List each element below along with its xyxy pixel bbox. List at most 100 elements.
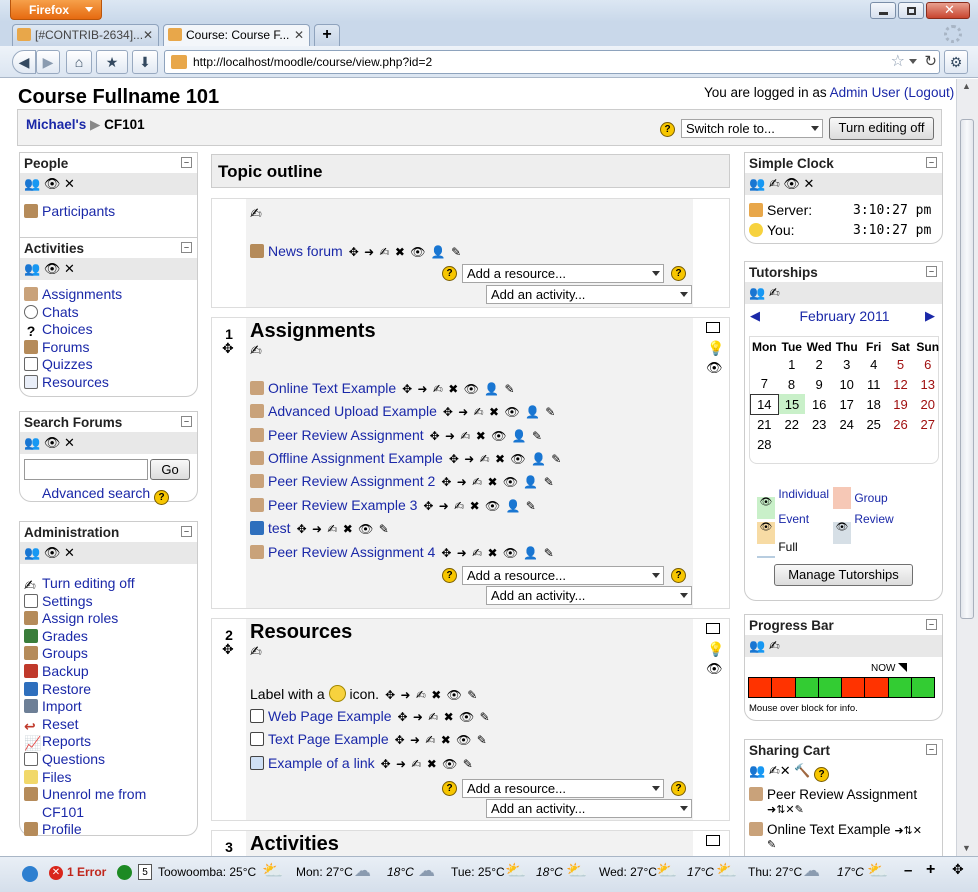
firefox-menu-button[interactable]: Firefox [10, 0, 102, 20]
breadcrumb-home[interactable]: Michael's [26, 117, 86, 132]
calendar-day[interactable]: 4 [860, 354, 887, 374]
calendar-day[interactable]: 23 [805, 414, 833, 434]
editing-toggle-button[interactable]: Turn editing off [829, 117, 934, 140]
logout-link[interactable]: (Logout) [904, 85, 954, 100]
bookmark-star-icon[interactable]: ☆ [891, 51, 905, 73]
calendar-day[interactable] [860, 434, 887, 454]
admin-profile-link[interactable]: Profile [42, 821, 82, 837]
activities-quizzes-link[interactable]: Quizzes [42, 356, 93, 372]
calendar-day[interactable]: 3 [833, 354, 860, 374]
add-activity-select[interactable]: Add an activity... [486, 799, 692, 818]
delete-icon[interactable]: ✕ [64, 435, 75, 450]
tab-close-icon[interactable]: ✕ [294, 25, 304, 45]
add-activity-select[interactable]: Add an activity... [486, 285, 692, 304]
legend-link[interactable]: Review [854, 512, 893, 526]
search-go-button[interactable]: Go [150, 459, 190, 480]
scroll-up-icon[interactable]: ▲ [962, 81, 971, 91]
calendar-day[interactable]: 6 [914, 354, 941, 374]
legend-link[interactable]: Group [854, 491, 887, 505]
calendar-day[interactable]: 27 [914, 414, 941, 434]
collapse-icon[interactable]: – [926, 619, 937, 630]
highlight-lightbulb-icon[interactable]: 💡 [707, 340, 724, 357]
roles-icon[interactable]: 👥 [749, 285, 765, 300]
minimize-button[interactable] [870, 2, 896, 19]
edit-tools-icon[interactable]: ✥ ➜ ✍ ✖ 👁 👤 ✎ [441, 546, 554, 560]
zoom-in-icon[interactable]: + [926, 861, 935, 879]
activity-link[interactable]: Peer Review Assignment 4 [268, 544, 435, 560]
admin-unenrol-course-link[interactable]: CF101 [42, 804, 84, 820]
resource-link[interactable]: Example of a link [268, 755, 375, 771]
news-forum-link[interactable]: News forum [268, 243, 343, 259]
resource-link[interactable]: Web Page Example [268, 708, 391, 724]
calendar-day[interactable]: 20 [914, 394, 941, 414]
calendar-day[interactable]: 12 [887, 374, 914, 394]
calendar-day[interactable]: 24 [833, 414, 860, 434]
close-window-button[interactable]: ✕ [926, 2, 970, 19]
calendar-day[interactable]: 19 [887, 394, 914, 414]
admin-groups-link[interactable]: Groups [42, 645, 88, 661]
back-button[interactable]: ◀ [12, 50, 36, 74]
hide-eye-icon[interactable]: 👁 [44, 545, 61, 560]
help-icon[interactable]: ? [154, 490, 170, 505]
switch-role-select[interactable]: Switch role to... [681, 119, 823, 138]
collapse-icon[interactable]: – [181, 416, 192, 427]
edit-summary-icon[interactable]: ✍ [250, 643, 262, 660]
admin-files-link[interactable]: Files [42, 769, 72, 785]
home-button[interactable]: ⌂ [66, 50, 92, 74]
zoom-out-icon[interactable]: – [904, 862, 912, 879]
admin-unenrol-link[interactable]: Unenrol me from [42, 786, 146, 802]
help-icon[interactable]: ? [671, 781, 686, 796]
progress-cell-red[interactable] [841, 678, 865, 697]
help-icon[interactable]: ? [660, 122, 675, 137]
edit-summary-icon[interactable]: ✍ [250, 205, 262, 222]
collapse-icon[interactable]: – [181, 157, 192, 168]
hide-eye-icon[interactable]: 👁 [783, 176, 800, 191]
edit-tools-icon[interactable]: ✥ ➜ ✍ ✖ 👁 ✎ [385, 688, 478, 702]
calendar-day-today[interactable]: 14 [750, 393, 779, 415]
addon-button[interactable]: ⚙ [944, 50, 968, 74]
calendar-day[interactable]: 10 [833, 374, 860, 394]
show-only-section-icon[interactable] [706, 322, 720, 333]
roles-icon[interactable]: 👥 [749, 176, 765, 191]
move-icon[interactable]: ✥ [222, 340, 234, 357]
next-month-button[interactable]: ▶ [925, 308, 935, 324]
calendar-day[interactable] [887, 434, 914, 454]
bookmarks-button[interactable]: ★ [96, 50, 128, 74]
error-count[interactable]: 1 Error [67, 865, 106, 879]
hide-eye-icon[interactable]: 👁 [706, 661, 723, 677]
forward-button[interactable]: ▶ [36, 50, 60, 74]
calendar-day[interactable]: 9 [805, 374, 833, 394]
admin-questions-link[interactable]: Questions [42, 751, 105, 767]
admin-grades-link[interactable]: Grades [42, 628, 88, 644]
calendar-day[interactable]: 2 [805, 354, 833, 374]
collapse-icon[interactable]: – [926, 157, 937, 168]
delete-icon[interactable]: ✕ [64, 261, 75, 276]
help-icon[interactable]: ? [442, 568, 457, 583]
activity-link[interactable]: Advanced Upload Example [268, 403, 437, 419]
calendar-day[interactable]: 11 [860, 374, 887, 394]
edit-tools-icon[interactable]: ✥ ➜ ✍ ✖ 👁 👤 ✎ [349, 245, 462, 259]
calendar-day-event[interactable]: 15 [778, 394, 806, 414]
calendar-day[interactable] [751, 354, 779, 374]
edit-pen-icon[interactable]: ✍ [769, 638, 780, 653]
downloads-button[interactable]: ⬇ [132, 50, 158, 74]
hide-eye-icon[interactable]: 👁 [706, 360, 723, 376]
calendar-day[interactable]: 1 [778, 354, 805, 374]
activity-link[interactable]: Peer Review Assignment 2 [268, 473, 435, 489]
move-icon[interactable]: ✥ [222, 641, 234, 658]
delete-icon[interactable]: ✕ [64, 176, 75, 191]
help-icon[interactable]: ? [671, 568, 686, 583]
roles-icon[interactable]: 👥 [24, 261, 40, 276]
delete-all-icon[interactable]: ✍✕ [769, 763, 791, 778]
calendar-day[interactable]: 8 [778, 374, 805, 394]
search-forums-input[interactable] [24, 459, 148, 480]
show-only-section-icon[interactable] [706, 623, 720, 634]
hide-eye-icon[interactable]: 👁 [44, 261, 61, 276]
cart-item-tools-icon[interactable]: ➜⇅✕ [894, 825, 922, 837]
roles-icon[interactable]: 👥 [24, 435, 40, 450]
delete-icon[interactable]: ✕ [803, 176, 814, 191]
hide-eye-icon[interactable]: 👁 [44, 435, 61, 450]
edit-tools-icon[interactable]: ✥ ➜ ✍ ✖ 👁 ✎ [397, 710, 490, 724]
add-resource-select[interactable]: Add a resource... [462, 264, 664, 283]
reload-icon[interactable]: ↻ [924, 51, 937, 73]
